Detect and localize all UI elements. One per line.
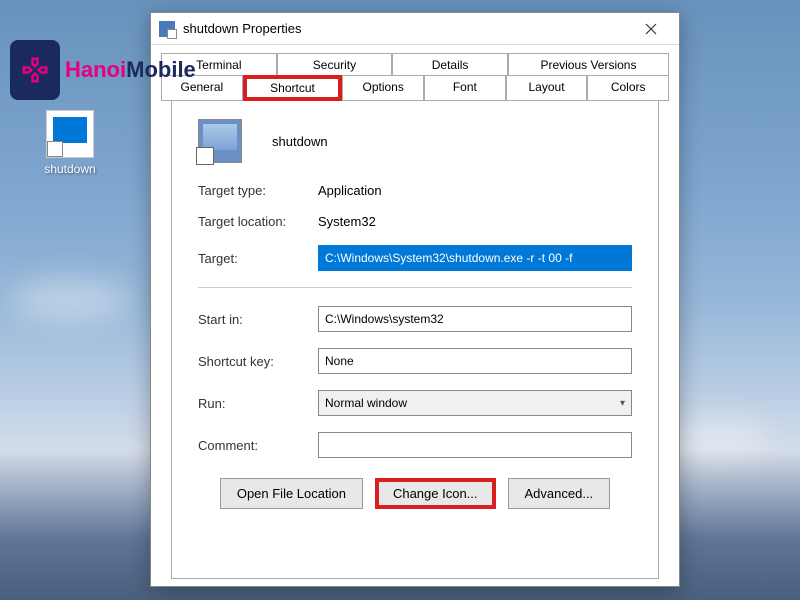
comment-input[interactable] (318, 432, 632, 458)
shortcut-key-input[interactable] (318, 348, 632, 374)
watermark-phone-icon (10, 40, 60, 100)
target-row: Target: (198, 245, 632, 271)
watermark-text-2: Mobile (126, 57, 196, 82)
tab-layout[interactable]: Layout (506, 75, 588, 101)
watermark-logo: HanoiMobile (10, 40, 196, 100)
tab-font[interactable]: Font (424, 75, 506, 101)
target-location-row: Target location: System32 (198, 214, 632, 229)
target-type-label: Target type: (198, 183, 318, 198)
shortcut-label: shutdown (35, 162, 105, 176)
tabs-container: Terminal Security Details Previous Versi… (151, 45, 679, 579)
shortcut-large-icon (198, 119, 242, 163)
tab-row-2: General Shortcut Options Font Layout Col… (161, 76, 669, 101)
start-in-label: Start in: (198, 312, 318, 327)
tab-options[interactable]: Options (342, 75, 424, 101)
target-type-value: Application (318, 183, 632, 198)
chevron-down-icon: ▾ (620, 398, 625, 409)
tab-content: shutdown Target type: Application Target… (171, 101, 659, 579)
open-file-location-button[interactable]: Open File Location (220, 478, 363, 509)
shortcut-icon (46, 110, 94, 158)
button-row: Open File Location Change Icon... Advanc… (198, 478, 632, 509)
advanced-button[interactable]: Advanced... (508, 478, 611, 509)
watermark-text-1: Hanoi (65, 57, 126, 82)
target-type-row: Target type: Application (198, 183, 632, 198)
tab-security[interactable]: Security (277, 53, 393, 76)
shortcut-header: shutdown (198, 119, 632, 163)
target-input[interactable] (318, 245, 632, 271)
tab-shortcut[interactable]: Shortcut (243, 75, 343, 101)
tab-colors[interactable]: Colors (587, 75, 669, 101)
comment-label: Comment: (198, 438, 318, 453)
properties-dialog: shutdown Properties Terminal Security De… (150, 12, 680, 587)
target-location-value: System32 (318, 214, 632, 229)
comment-row: Comment: (198, 432, 632, 458)
divider-1 (198, 287, 632, 288)
tab-previous-versions[interactable]: Previous Versions (508, 53, 669, 76)
close-icon (645, 23, 657, 35)
target-location-label: Target location: (198, 214, 318, 229)
shortcut-key-label: Shortcut key: (198, 354, 318, 369)
run-label: Run: (198, 396, 318, 411)
close-button[interactable] (631, 15, 671, 43)
start-in-input[interactable] (318, 306, 632, 332)
run-row: Run: Normal window ▾ (198, 390, 632, 416)
change-icon-button[interactable]: Change Icon... (375, 478, 496, 509)
dialog-title: shutdown Properties (183, 21, 631, 36)
titlebar-shortcut-icon (159, 21, 175, 37)
tab-details[interactable]: Details (392, 53, 508, 76)
shortcut-key-row: Shortcut key: (198, 348, 632, 374)
dialog-titlebar[interactable]: shutdown Properties (151, 13, 679, 45)
tab-row-1: Terminal Security Details Previous Versi… (161, 53, 669, 76)
desktop-shortcut[interactable]: shutdown (35, 110, 105, 176)
run-value: Normal window (325, 396, 407, 410)
cloud-decoration (10, 280, 130, 320)
shortcut-name: shutdown (272, 134, 328, 149)
target-label: Target: (198, 251, 318, 266)
start-in-row: Start in: (198, 306, 632, 332)
run-select[interactable]: Normal window ▾ (318, 390, 632, 416)
cloud-decoration (670, 420, 770, 455)
